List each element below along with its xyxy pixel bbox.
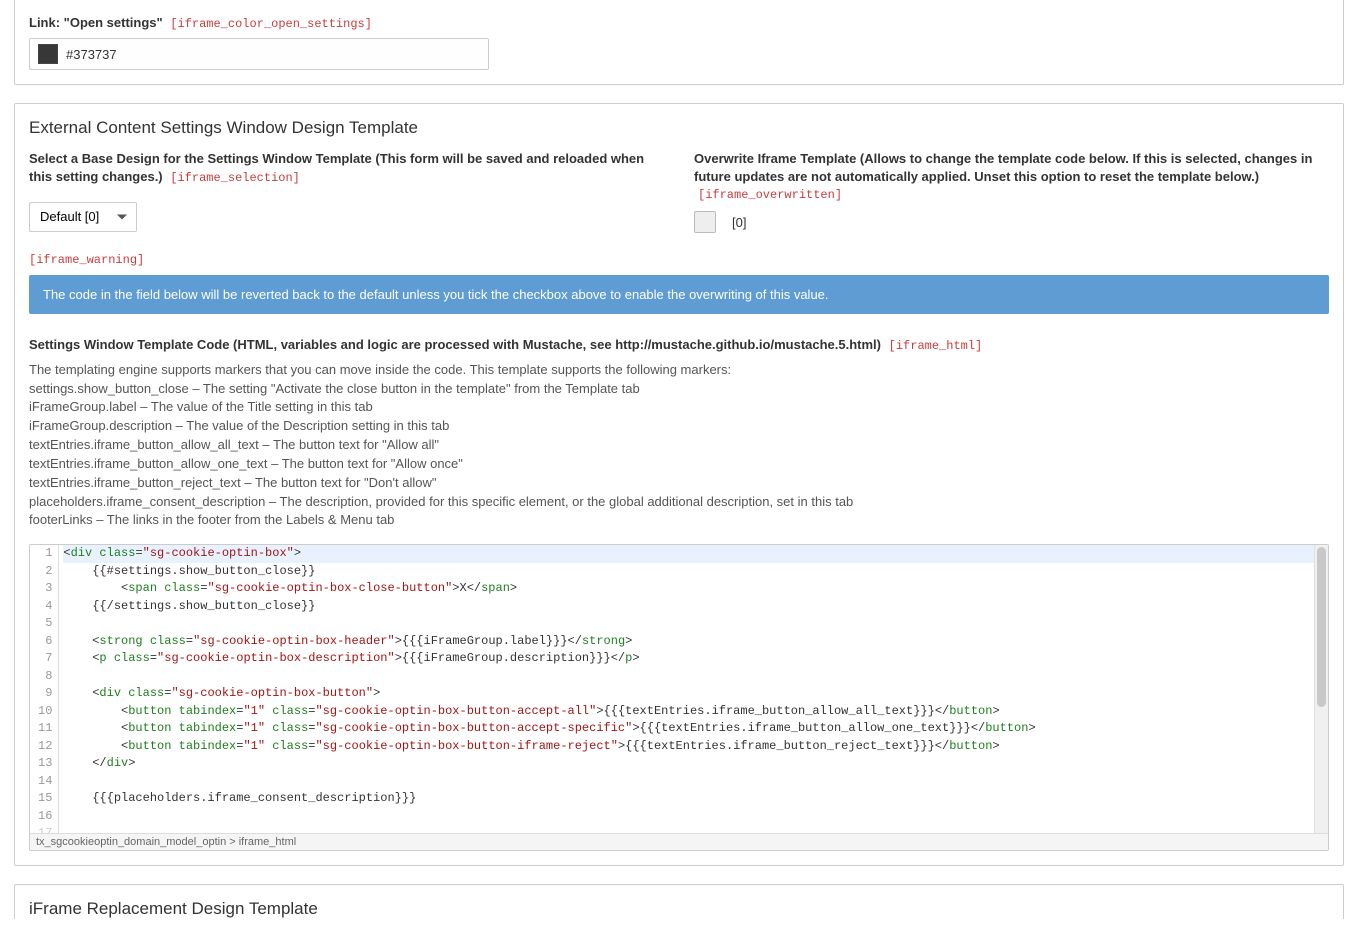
color-hex-input[interactable] [66,47,480,62]
description-line: textEntries.iframe_button_allow_all_text… [29,436,1329,455]
tech-tag: [iframe_html] [889,339,983,353]
section-title-replacement: iFrame Replacement Design Template [29,899,1329,919]
section-title: External Content Settings Window Design … [29,118,1329,138]
base-design-select[interactable]: Default [0] [29,202,137,232]
field-label-open-settings: Link: "Open settings" [iframe_color_open… [29,14,1329,32]
panel-external-content-template: External Content Settings Window Design … [14,103,1344,866]
tech-tag: [iframe_color_open_settings] [170,17,372,31]
field-label-base-design: Select a Base Design for the Settings Wi… [29,150,664,186]
tech-tag-warning: [iframe_warning] [29,253,144,267]
field-label-overwrite: Overwrite Iframe Template (Allows to cha… [694,150,1329,203]
overwrite-checkbox-wrap: [0] [694,211,1329,233]
label-text: Link: "Open settings" [29,15,163,30]
editor-status-bar: tx_sgcookieoptin_domain_model_optin > if… [30,833,1328,850]
label-text: Overwrite Iframe Template (Allows to cha… [694,151,1312,184]
tech-tag: [iframe_overwritten] [698,188,842,202]
field-label-template-code: Settings Window Template Code (HTML, var… [29,336,1329,354]
description-line: footerLinks – The links in the footer fr… [29,511,1329,530]
label-text: Select a Base Design for the Settings Wi… [29,151,644,184]
description-line: placeholders.iframe_consent_description … [29,493,1329,512]
panel-link-open-settings: Link: "Open settings" [iframe_color_open… [14,0,1344,85]
editor-gutter: 1234567891011121314151617 [30,545,59,833]
select-wrap: Default [0] [29,202,137,232]
description-line: textEntries.iframe_button_reject_text – … [29,474,1329,493]
template-code-description: The templating engine supports markers t… [29,361,1329,531]
color-swatch-icon[interactable] [38,44,58,64]
scrollbar-thumb[interactable] [1317,547,1326,707]
overwrite-checkbox[interactable] [694,211,716,233]
field-base-design: Select a Base Design for the Settings Wi… [29,150,664,233]
label-text: Settings Window Template Code (HTML, var… [29,337,881,352]
code-editor[interactable]: 1234567891011121314151617 <div class="sg… [29,544,1329,851]
overwrite-value: [0] [732,215,746,230]
editor-code-area[interactable]: <div class="sg-cookie-optin-box"> {{#set… [59,545,1328,833]
description-line: The templating engine supports markers t… [29,361,1329,380]
description-line: iFrameGroup.description – The value of t… [29,417,1329,436]
editor-scrollbar[interactable] [1314,545,1328,833]
row-base-overwrite: Select a Base Design for the Settings Wi… [29,150,1329,233]
field-overwrite-template: Overwrite Iframe Template (Allows to cha… [694,150,1329,233]
description-line: iFrameGroup.label – The value of the Tit… [29,398,1329,417]
color-input[interactable] [29,38,489,70]
panel-iframe-replacement: iFrame Replacement Design Template [14,884,1344,919]
iframe-warning-block: [iframe_warning] The code in the field b… [29,251,1329,314]
alert-info: The code in the field below will be reve… [29,275,1329,314]
description-line: textEntries.iframe_button_allow_one_text… [29,455,1329,474]
description-line: settings.show_button_close – The setting… [29,380,1329,399]
tech-tag: [iframe_selection] [170,171,300,185]
